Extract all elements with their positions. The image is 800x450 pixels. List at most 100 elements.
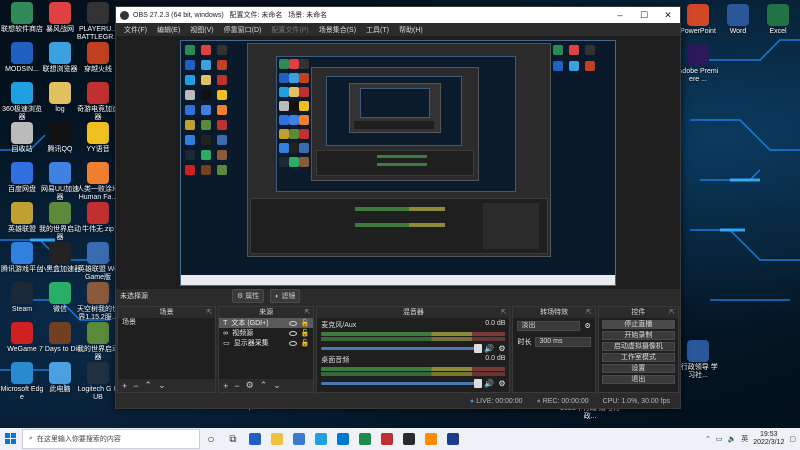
menu-docks[interactable]: 停靠窗口(D) — [219, 25, 267, 35]
desktop-settings-icon[interactable]: ⚙ — [498, 379, 505, 388]
notification-icon[interactable]: ▢ — [789, 435, 796, 443]
lock-icon[interactable]: 🔓 — [301, 319, 310, 327]
taskbar-app-icon[interactable] — [442, 428, 464, 450]
desktop-channel-name: 桌面音频 — [321, 357, 350, 364]
desktop-icon[interactable]: PowerPoint — [676, 4, 720, 36]
source-settings-icon[interactable]: ⚙ — [246, 380, 254, 391]
taskbar-search[interactable]: ⌕ 在这里输入你要搜索的内容 — [22, 429, 200, 449]
speaker-icon[interactable]: 🔊 — [484, 379, 494, 388]
tray-expand-icon[interactable]: ⌃ — [705, 435, 711, 443]
move-down-icon[interactable]: ⌄ — [273, 380, 281, 391]
move-down-icon[interactable]: ⌄ — [158, 380, 166, 391]
preview-mini-icon — [569, 45, 579, 55]
menu-edit[interactable]: 编辑(E) — [152, 25, 185, 35]
clock[interactable]: 19:53 2022/3/12 — [753, 431, 784, 447]
source-item[interactable]: T 文本 (GDI+) 🔓 — [219, 318, 314, 328]
mic-volume-slider[interactable] — [321, 344, 483, 353]
obs-titlebar[interactable]: OBS 27.2.3 (64 bit, windows) 配置文件: 未命名 场… — [116, 7, 680, 23]
desktop-icon[interactable]: Word — [716, 4, 760, 36]
remove-scene-button[interactable]: − — [133, 381, 138, 391]
app-icon — [687, 44, 709, 66]
move-up-icon[interactable]: ⌃ — [145, 380, 153, 391]
visibility-eye-icon[interactable] — [288, 320, 297, 326]
app-icon — [87, 42, 109, 64]
taskbar-app-icon[interactable] — [420, 428, 442, 450]
add-source-button[interactable]: + — [223, 381, 228, 391]
app-icon — [87, 242, 109, 264]
obs-logo-icon — [120, 10, 129, 20]
preview-mini-icon — [585, 61, 595, 71]
obs-title: OBS 27.2.3 (64 bit, windows) 配置文件: 未命名 场… — [133, 12, 328, 19]
minimize-button[interactable]: – — [608, 10, 632, 20]
menu-scene-collection[interactable]: 场景集合(S) — [314, 25, 361, 35]
desktop-icon[interactable]: Logitech G HUB — [76, 362, 120, 402]
taskbar-app-icon[interactable] — [288, 428, 310, 450]
preview-canvas[interactable] — [180, 40, 616, 286]
network-icon[interactable]: ▭ — [716, 435, 723, 443]
mixer-dock-title: 混音器 ⇱ — [317, 307, 510, 318]
menu-file[interactable]: 文件(F) — [119, 25, 152, 35]
virtual-camera-button[interactable]: 启动虚拟摄像机 — [601, 342, 675, 351]
add-scene-button[interactable]: + — [122, 381, 127, 391]
lock-icon[interactable]: 🔓 — [301, 329, 310, 337]
taskbar-app-icon[interactable] — [398, 428, 420, 450]
maximize-button[interactable]: ☐ — [632, 10, 656, 21]
mic-settings-icon[interactable]: ⚙ — [498, 344, 505, 353]
taskbar-app-icon[interactable] — [266, 428, 288, 450]
lock-icon[interactable]: 🔓 — [301, 339, 310, 347]
volume-icon[interactable]: 🔈 — [728, 435, 737, 443]
start-recording-button[interactable]: 开始录制 — [601, 331, 675, 340]
cortana-icon[interactable]: ○ — [200, 428, 222, 450]
transition-settings-icon[interactable]: ⚙ — [584, 322, 590, 330]
desktop-icon[interactable]: 我的世界启动器 — [76, 322, 120, 362]
properties-button[interactable]: ⚙ 属性 — [232, 289, 265, 303]
menu-tools[interactable]: 工具(T) — [361, 25, 394, 35]
desktop-icon[interactable]: 穿越火线 — [76, 42, 120, 74]
ime-icon[interactable]: 英 — [741, 434, 748, 444]
remove-source-button[interactable]: − — [234, 381, 239, 391]
filters-button[interactable]: ◐ 滤镜 — [270, 289, 301, 303]
duration-input[interactable]: 300 ms — [535, 337, 591, 347]
desktop-icon[interactable]: PLAYERU... BATTLEGR... — [76, 2, 120, 42]
transition-select[interactable]: 淡出 — [517, 321, 581, 331]
sources-dock: 来源 ⇱ T 文本 (GDI+) 🔓 ∞ 视频源 🔓 ▭ 显示器采集 🔓 + −… — [218, 306, 315, 393]
app-icon — [49, 82, 71, 104]
close-button[interactable]: ✕ — [656, 10, 680, 21]
settings-button[interactable]: 设置 — [601, 364, 675, 373]
source-item[interactable]: ▭ 显示器采集 🔓 — [219, 338, 313, 348]
source-item[interactable]: ∞ 视频源 🔓 — [219, 328, 313, 338]
visibility-eye-icon[interactable] — [288, 330, 297, 336]
taskbar-app-icon[interactable] — [354, 428, 376, 450]
visibility-eye-icon[interactable] — [288, 340, 297, 346]
scene-item[interactable]: 场景 — [118, 318, 215, 328]
desktop-icon[interactable]: YY语音 — [76, 122, 120, 154]
task-view-icon[interactable]: ⧉ — [222, 428, 244, 450]
rec-status: ● REC: 00:00:00 — [536, 397, 589, 405]
taskbar-app-icon[interactable] — [332, 428, 354, 450]
exit-button[interactable]: 退出 — [601, 375, 675, 384]
desktop-icon[interactable]: 奇游电竞加速器 — [76, 82, 120, 122]
menu-view[interactable]: 视图(V) — [185, 25, 218, 35]
desktop-icon[interactable]: 人类一败涂地 Human Fa... — [76, 162, 120, 202]
desktop-icon[interactable]: "行政领导 学习社... — [676, 340, 720, 380]
taskbar-app-icon[interactable] — [310, 428, 332, 450]
move-up-icon[interactable]: ⌃ — [260, 380, 268, 391]
desktop-icon[interactable]: 英雄联盟 WeGame版 — [76, 242, 120, 282]
desktop-icon[interactable]: 牛伟无.zip — [76, 202, 120, 234]
obs-menubar: 文件(F) 编辑(E) 视图(V) 停靠窗口(D) 配置文件(P) 场景集合(S… — [116, 23, 680, 36]
desktop-volume-slider[interactable] — [321, 379, 483, 388]
desktop-icon[interactable]: Excel — [756, 4, 800, 36]
preview-mini-icon — [553, 61, 563, 71]
desktop-icon[interactable]: 天空树我的世界1.15.2服... — [76, 282, 120, 322]
preview-mini-icon — [185, 60, 195, 70]
speaker-icon[interactable]: 🔊 — [484, 344, 494, 353]
desktop-icon[interactable]: Adobe Premiere ... — [676, 44, 720, 84]
menu-profile[interactable]: 配置文件(P) — [266, 25, 313, 35]
desktop-icon-label: 我的世界启动器 — [77, 346, 119, 361]
taskbar-app-icon[interactable] — [376, 428, 398, 450]
stop-streaming-button[interactable]: 停止直播 — [601, 320, 675, 329]
taskbar-app-icon[interactable] — [244, 428, 266, 450]
menu-help[interactable]: 帮助(H) — [394, 25, 428, 35]
start-button[interactable] — [0, 428, 22, 450]
studio-mode-button[interactable]: 工作室模式 — [601, 353, 675, 362]
